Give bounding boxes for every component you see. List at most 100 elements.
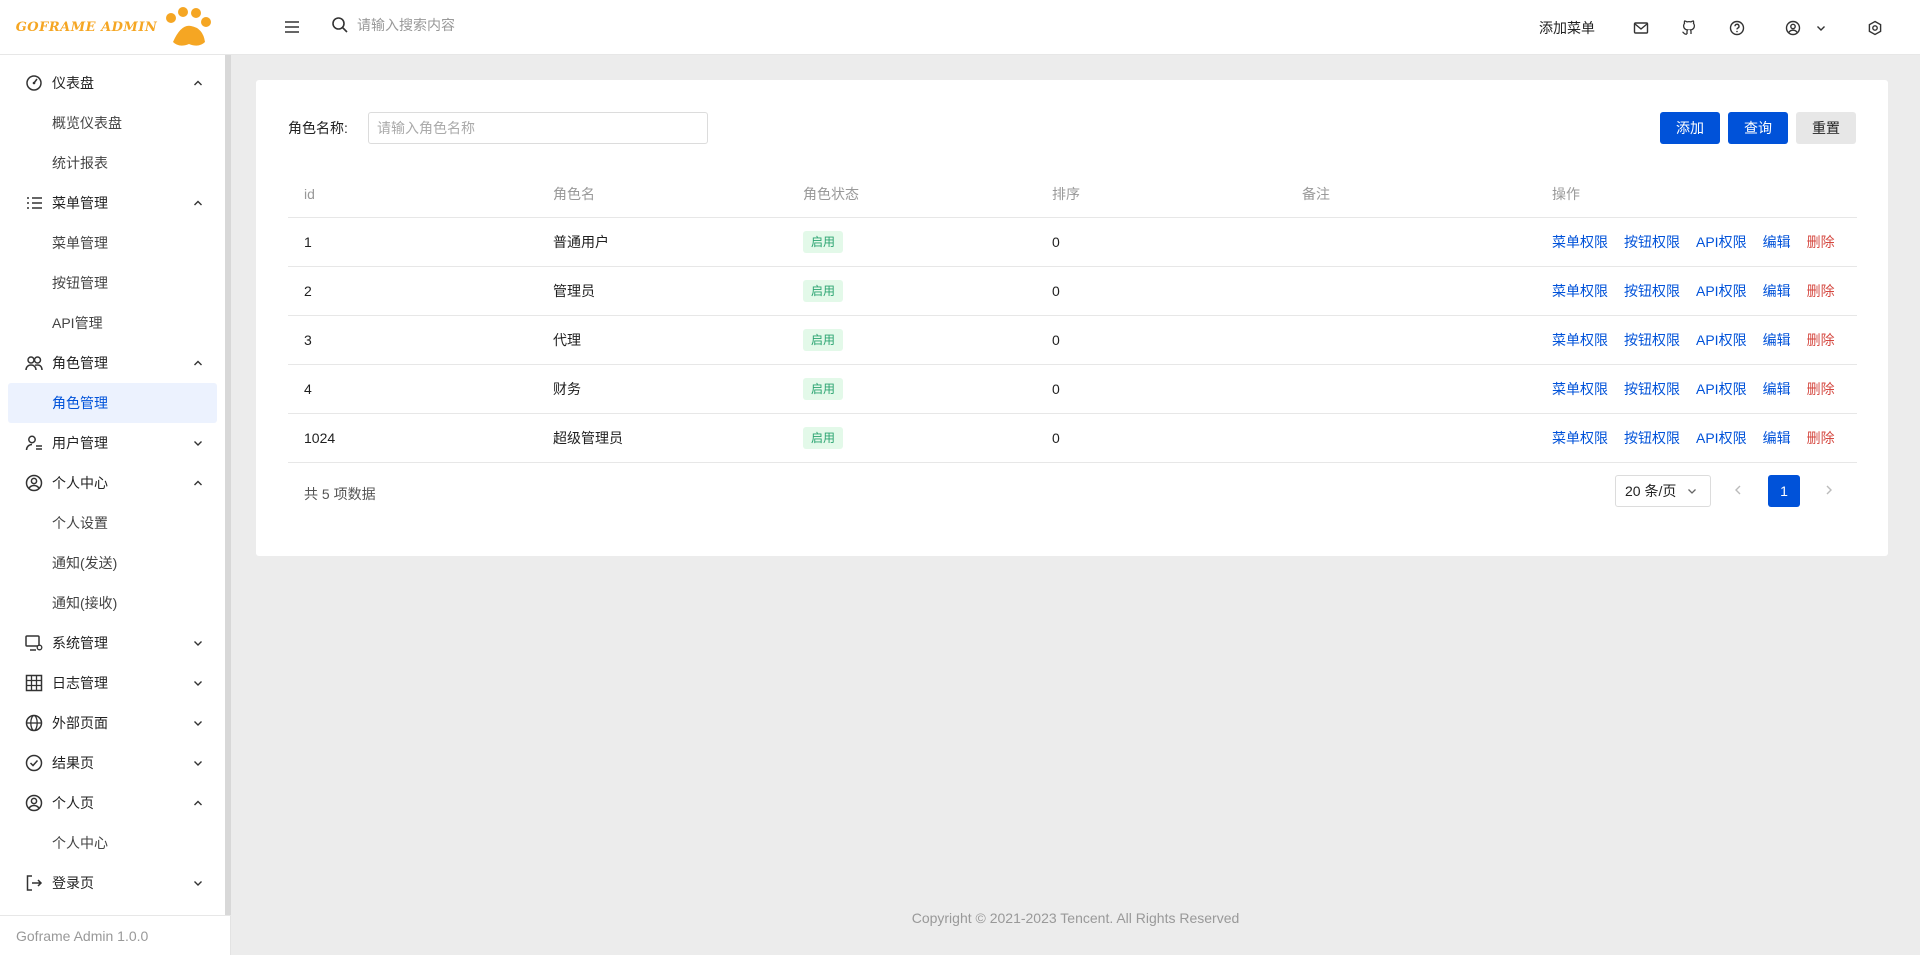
sidebar-item-4-2[interactable]: 通知(接收) bbox=[0, 583, 230, 623]
search-input[interactable] bbox=[357, 17, 617, 33]
api-permission-link[interactable]: API权限 bbox=[1696, 379, 1747, 399]
page-size-select[interactable]: 20 条/页 bbox=[1615, 475, 1711, 507]
sidebar-group-label: 系统管理 bbox=[52, 635, 108, 651]
api-permission-link[interactable]: API权限 bbox=[1696, 428, 1747, 448]
button-permission-link[interactable]: 按钮权限 bbox=[1624, 379, 1680, 399]
user-circle-icon bbox=[24, 793, 44, 813]
cell-id: 4 bbox=[304, 381, 312, 397]
button-permission-link[interactable]: 按钮权限 bbox=[1624, 330, 1680, 350]
usergroup-icon bbox=[24, 353, 44, 373]
chevron-up-icon bbox=[194, 480, 202, 486]
sidebar-group-2[interactable]: 角色管理 bbox=[0, 343, 230, 383]
user-dropdown[interactable] bbox=[1785, 20, 1827, 36]
delete-link[interactable]: 删除 bbox=[1807, 428, 1835, 448]
edit-link[interactable]: 编辑 bbox=[1763, 330, 1791, 350]
menu-fold-icon[interactable] bbox=[281, 16, 303, 38]
sidebar-group-9[interactable]: 个人页 bbox=[0, 783, 230, 823]
cell-sort: 0 bbox=[1052, 283, 1060, 299]
column-header-id: id bbox=[304, 185, 315, 202]
table-body: 1 普通用户 启用 0 菜单权限 按钮权限 API权限 编辑 删除 2 管理员 启用 0 菜单权限 按钮权限… bbox=[288, 218, 1857, 463]
delete-link[interactable]: 删除 bbox=[1807, 281, 1835, 301]
sidebar-item-4-0[interactable]: 个人设置 bbox=[0, 503, 230, 543]
mail-icon[interactable] bbox=[1632, 19, 1650, 37]
sidebar-item-1-2[interactable]: API管理 bbox=[0, 303, 230, 343]
edit-link[interactable]: 编辑 bbox=[1763, 379, 1791, 399]
role-name-input[interactable] bbox=[368, 112, 708, 144]
help-circle-icon[interactable] bbox=[1728, 19, 1746, 37]
table-row: 4 财务 启用 0 菜单权限 按钮权限 API权限 编辑 删除 bbox=[288, 365, 1857, 414]
github-icon[interactable] bbox=[1680, 19, 1698, 37]
chevron-up-icon bbox=[194, 200, 202, 206]
menu-permission-link[interactable]: 菜单权限 bbox=[1552, 232, 1608, 252]
edit-link[interactable]: 编辑 bbox=[1763, 281, 1791, 301]
logout-icon bbox=[24, 873, 44, 893]
column-header-actions: 操作 bbox=[1552, 185, 1580, 202]
delete-link[interactable]: 删除 bbox=[1807, 330, 1835, 350]
edit-link[interactable]: 编辑 bbox=[1763, 232, 1791, 252]
sidebar-group-8[interactable]: 结果页 bbox=[0, 743, 230, 783]
sidebar-item-0-0[interactable]: 概览仪表盘 bbox=[0, 103, 230, 143]
sidebar-group-label: 角色管理 bbox=[52, 355, 108, 371]
next-page-icon[interactable] bbox=[1822, 483, 1836, 497]
sidebar-group-label: 个人中心 bbox=[52, 475, 108, 491]
add-menu-link[interactable]: 添加菜单 bbox=[1539, 18, 1595, 38]
api-permission-link[interactable]: API权限 bbox=[1696, 330, 1747, 350]
button-permission-link[interactable]: 按钮权限 bbox=[1624, 281, 1680, 301]
api-permission-link[interactable]: API权限 bbox=[1696, 232, 1747, 252]
sidebar-group-label: 用户管理 bbox=[52, 435, 108, 451]
cell-status: 启用 bbox=[803, 414, 844, 462]
menu-permission-link[interactable]: 菜单权限 bbox=[1552, 428, 1608, 448]
sidebar-group-label: 仪表盘 bbox=[52, 75, 94, 91]
cell-sort: 0 bbox=[1052, 234, 1060, 250]
sidebar-group-label: 登录页 bbox=[52, 875, 94, 891]
dashboard-icon bbox=[24, 73, 44, 93]
copyright: Copyright © 2021-2023 Tencent. All Right… bbox=[911, 910, 1240, 926]
api-permission-link[interactable]: API权限 bbox=[1696, 281, 1747, 301]
current-page-button[interactable]: 1 bbox=[1768, 475, 1800, 507]
sidebar-group-10[interactable]: 登录页 bbox=[0, 863, 230, 903]
button-permission-link[interactable]: 按钮权限 bbox=[1624, 428, 1680, 448]
menu-permission-link[interactable]: 菜单权限 bbox=[1552, 379, 1608, 399]
cell-actions: 菜单权限 按钮权限 API权限 编辑 删除 bbox=[1552, 414, 1835, 462]
sidebar-group-4[interactable]: 个人中心 bbox=[0, 463, 230, 503]
menu-permission-link[interactable]: 菜单权限 bbox=[1552, 330, 1608, 350]
sidebar-item-1-0[interactable]: 菜单管理 bbox=[0, 223, 230, 263]
sidebar-nav: 仪表盘 概览仪表盘 统计报表 菜单管理 菜单管理 按钮管理 API管理 角色管理 角色管理 用户管… bbox=[0, 55, 230, 903]
logo[interactable]: GOFRAME ADMIN bbox=[0, 0, 231, 55]
edit-link[interactable]: 编辑 bbox=[1763, 428, 1791, 448]
query-button[interactable]: 查询 bbox=[1728, 112, 1788, 144]
chevron-down-icon bbox=[194, 441, 202, 446]
chevron-down-icon bbox=[1817, 25, 1825, 31]
delete-link[interactable]: 删除 bbox=[1807, 232, 1835, 252]
sidebar-group-label: 菜单管理 bbox=[52, 195, 108, 211]
cell-role-name: 代理 bbox=[553, 332, 581, 348]
cell-actions: 菜单权限 按钮权限 API权限 编辑 删除 bbox=[1552, 365, 1835, 413]
sidebar-group-5[interactable]: 系统管理 bbox=[0, 623, 230, 663]
sidebar-group-1[interactable]: 菜单管理 bbox=[0, 183, 230, 223]
table-row: 1024 超级管理员 启用 0 菜单权限 按钮权限 API权限 编辑 删除 bbox=[288, 414, 1857, 463]
add-button[interactable]: 添加 bbox=[1660, 112, 1720, 144]
sidebar-item-2-0[interactable]: 角色管理 bbox=[8, 383, 217, 423]
sidebar-group-3[interactable]: 用户管理 bbox=[0, 423, 230, 463]
cell-id: 1024 bbox=[304, 430, 336, 446]
sidebar-item-9-0[interactable]: 个人中心 bbox=[0, 823, 230, 863]
setting-icon[interactable] bbox=[1866, 19, 1884, 37]
reset-button[interactable]: 重置 bbox=[1796, 112, 1856, 144]
sidebar-item-1-1[interactable]: 按钮管理 bbox=[0, 263, 230, 303]
chevron-up-icon bbox=[194, 800, 202, 806]
sidebar-group-label: 个人页 bbox=[52, 795, 94, 811]
button-permission-link[interactable]: 按钮权限 bbox=[1624, 232, 1680, 252]
sidebar-group-7[interactable]: 外部页面 bbox=[0, 703, 230, 743]
sidebar-item-4-1[interactable]: 通知(发送) bbox=[0, 543, 230, 583]
prev-page-icon[interactable] bbox=[1731, 483, 1745, 497]
chevron-down-icon bbox=[194, 881, 202, 886]
sidebar-version: Goframe Admin 1.0.0 bbox=[0, 915, 231, 955]
role-table: id 角色名 角色状态 排序 备注 操作 1 普通用户 启用 0 菜单权限 按钮权限 API… bbox=[288, 170, 1857, 463]
sidebar-item-0-1[interactable]: 统计报表 bbox=[0, 143, 230, 183]
sidebar-group-label: 外部页面 bbox=[52, 715, 108, 731]
status-badge: 启用 bbox=[803, 378, 844, 400]
delete-link[interactable]: 删除 bbox=[1807, 379, 1835, 399]
sidebar-group-6[interactable]: 日志管理 bbox=[0, 663, 230, 703]
sidebar-group-0[interactable]: 仪表盘 bbox=[0, 63, 230, 103]
menu-permission-link[interactable]: 菜单权限 bbox=[1552, 281, 1608, 301]
